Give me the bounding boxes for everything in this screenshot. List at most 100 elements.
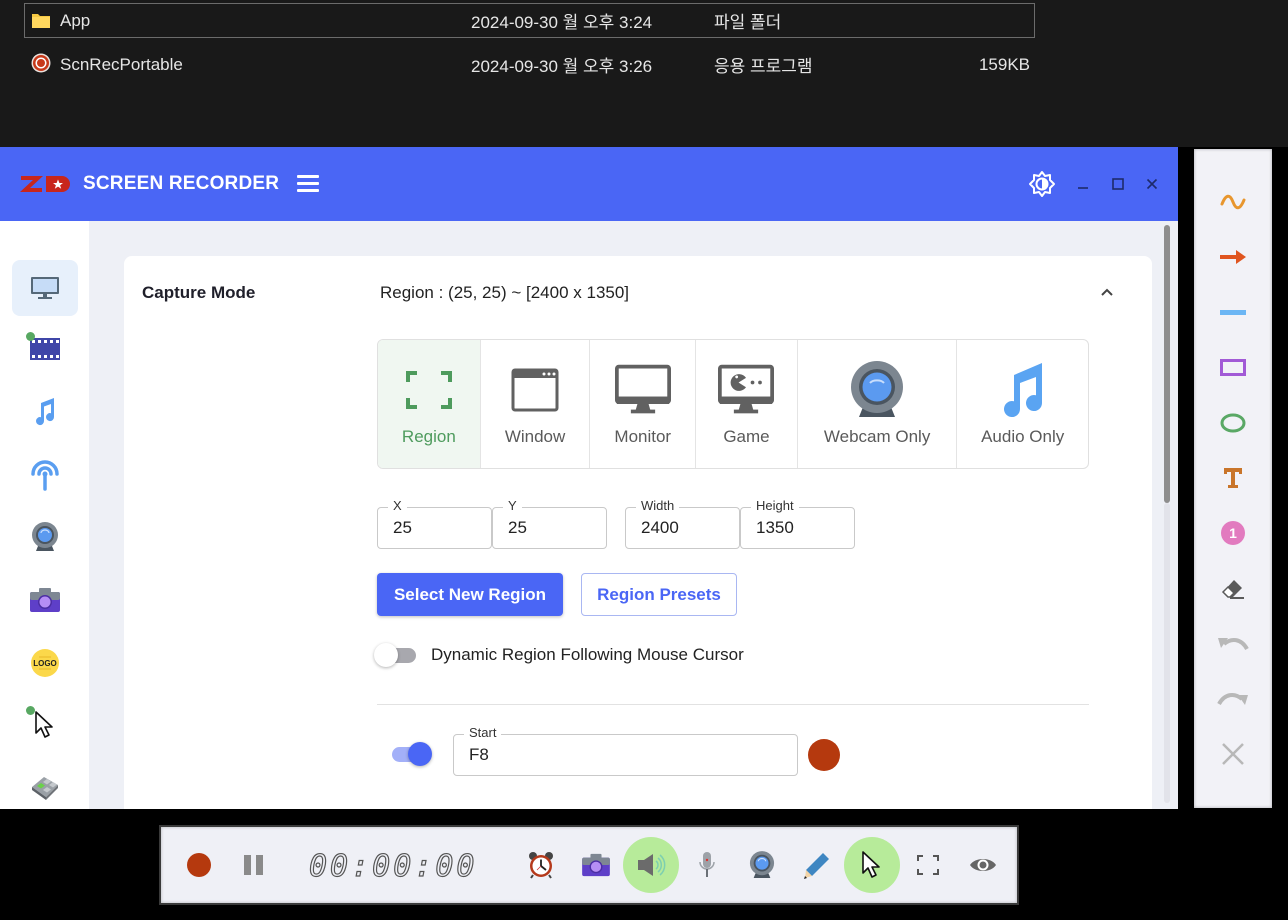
- record-color-swatch[interactable]: [808, 739, 840, 771]
- width-field[interactable]: Width: [625, 498, 740, 549]
- file-size: 159KB: [978, 54, 1030, 74]
- scrollbar-track[interactable]: [1164, 503, 1170, 803]
- mode-monitor[interactable]: Monitor: [590, 340, 697, 468]
- y-field-label: Y: [503, 498, 522, 513]
- file-row-scnrecportable[interactable]: ScnRecPortable 2024-09-30 월 오후 3:26 응용 프…: [24, 47, 1035, 82]
- screenshot-button[interactable]: [568, 837, 624, 893]
- mode-label: Window: [504, 427, 566, 446]
- file-explorer-list: App 2024-09-30 월 오후 3:24 파일 폴더 ScnRecPor…: [0, 0, 1288, 147]
- capture-mode-card: Capture Mode Region : (25, 25) ~ [2400 x…: [124, 256, 1152, 809]
- draw-button[interactable]: [789, 837, 845, 893]
- sidebar-item-audio[interactable]: [12, 384, 78, 440]
- sidebar-item-broadcast[interactable]: [12, 447, 78, 503]
- hotkey-enable-toggle[interactable]: [388, 742, 432, 766]
- title-bar: SCREEN RECORDER: [0, 147, 1178, 221]
- x-input[interactable]: [393, 518, 484, 538]
- tool-redo[interactable]: [1216, 682, 1250, 716]
- sidebar-item-screen[interactable]: [12, 260, 78, 316]
- start-hotkey-label: Start: [464, 725, 502, 740]
- tool-number[interactable]: 1: [1216, 516, 1250, 550]
- tool-freehand[interactable]: [1216, 185, 1250, 219]
- y-field[interactable]: Y: [492, 498, 607, 549]
- tool-close[interactable]: [1216, 737, 1250, 771]
- tool-line[interactable]: [1216, 296, 1250, 330]
- speaker-icon: [638, 854, 666, 876]
- pencil-icon: [804, 853, 829, 879]
- start-hotkey-field[interactable]: Start: [453, 725, 798, 776]
- mode-window[interactable]: Window: [481, 340, 591, 468]
- schedule-button[interactable]: [513, 837, 569, 893]
- mode-webcam-only[interactable]: Webcam Only: [798, 340, 958, 468]
- region-button[interactable]: [900, 837, 956, 893]
- app-title: SCREEN RECORDER: [83, 173, 280, 194]
- sidebar-item-video[interactable]: [12, 321, 78, 377]
- undo-icon: [1218, 638, 1249, 651]
- vertical-scrollbar[interactable]: [1163, 221, 1171, 809]
- cursor-button[interactable]: [844, 837, 900, 893]
- speaker-button[interactable]: [623, 837, 679, 893]
- tool-arrow[interactable]: [1216, 240, 1250, 274]
- folder-icon: [32, 14, 50, 28]
- dynamic-region-toggle[interactable]: [374, 643, 418, 667]
- sidebar-item-cursor[interactable]: [12, 697, 78, 753]
- pause-icon: [244, 855, 263, 875]
- text-t-icon: [1224, 468, 1242, 488]
- sidebar-item-keyboard[interactable]: [12, 759, 78, 809]
- mode-region[interactable]: Region: [378, 340, 481, 468]
- dynamic-region-label: Dynamic Region Following Mouse Cursor: [431, 645, 744, 664]
- keyboard-icon: [32, 777, 58, 800]
- y-input[interactable]: [508, 518, 599, 538]
- file-name: ScnRecPortable: [60, 54, 183, 74]
- app-record-icon: [31, 53, 51, 73]
- mode-audio-only[interactable]: Audio Only: [957, 340, 1088, 468]
- scrollbar-thumb[interactable]: [1164, 225, 1170, 503]
- file-date: 2024-09-30 월 오후 3:24: [471, 13, 653, 32]
- sidebar-item-webcam[interactable]: [12, 509, 78, 565]
- hamburger-menu-button[interactable]: [297, 175, 319, 193]
- film-icon: [30, 338, 60, 360]
- capture-mode-selector: Region Window Monitor Game Webcam Only A…: [377, 339, 1089, 469]
- microphone-button[interactable]: [679, 837, 735, 893]
- monitor-icon: [614, 364, 671, 414]
- width-input[interactable]: [641, 518, 732, 538]
- tool-undo[interactable]: [1216, 627, 1250, 661]
- game-monitor-icon: [718, 364, 775, 414]
- x-field[interactable]: X: [377, 498, 492, 549]
- sidebar-item-logo[interactable]: LOGO: [12, 635, 78, 691]
- maximize-button[interactable]: [1106, 172, 1130, 196]
- chevron-up-icon[interactable]: [1099, 284, 1115, 300]
- height-field[interactable]: Height: [740, 498, 855, 549]
- content-area: Capture Mode Region : (25, 25) ~ [2400 x…: [89, 221, 1164, 809]
- tool-rectangle[interactable]: [1216, 351, 1250, 385]
- app-logo-icon: [20, 176, 70, 192]
- microphone-icon: [699, 852, 715, 877]
- region-presets-button[interactable]: Region Presets: [581, 573, 737, 616]
- tool-ellipse[interactable]: [1216, 406, 1250, 440]
- pause-button[interactable]: [226, 837, 282, 893]
- monitor-icon: [31, 277, 59, 299]
- music-note-icon: [36, 398, 55, 426]
- sidebar: LOGO: [0, 221, 89, 809]
- theme-toggle-button[interactable]: [1028, 170, 1056, 198]
- minimize-button[interactable]: [1071, 172, 1095, 196]
- record-icon: [187, 853, 211, 877]
- sidebar-item-screenshot[interactable]: [12, 572, 78, 628]
- camera-icon: [30, 588, 60, 612]
- tool-text[interactable]: [1216, 461, 1250, 495]
- start-hotkey-input[interactable]: [469, 745, 744, 765]
- number-badge-text: 1: [1229, 525, 1237, 541]
- record-button[interactable]: [171, 837, 227, 893]
- height-input[interactable]: [756, 518, 847, 538]
- preview-button[interactable]: [955, 837, 1011, 893]
- select-new-region-button[interactable]: Select New Region: [377, 573, 563, 616]
- line-icon: [1220, 310, 1246, 315]
- tool-eraser[interactable]: [1216, 572, 1250, 606]
- mode-game[interactable]: Game: [696, 340, 798, 468]
- close-button[interactable]: [1140, 172, 1164, 196]
- file-row-app[interactable]: App 2024-09-30 월 오후 3:24 파일 폴더: [24, 3, 1035, 38]
- capture-mode-label: Capture Mode: [142, 283, 256, 302]
- desktop: App 2024-09-30 월 오후 3:24 파일 폴더 ScnRecPor…: [0, 0, 1288, 920]
- webcam-icon: [851, 361, 904, 417]
- cursor-icon: [862, 851, 880, 878]
- webcam-button[interactable]: [734, 837, 790, 893]
